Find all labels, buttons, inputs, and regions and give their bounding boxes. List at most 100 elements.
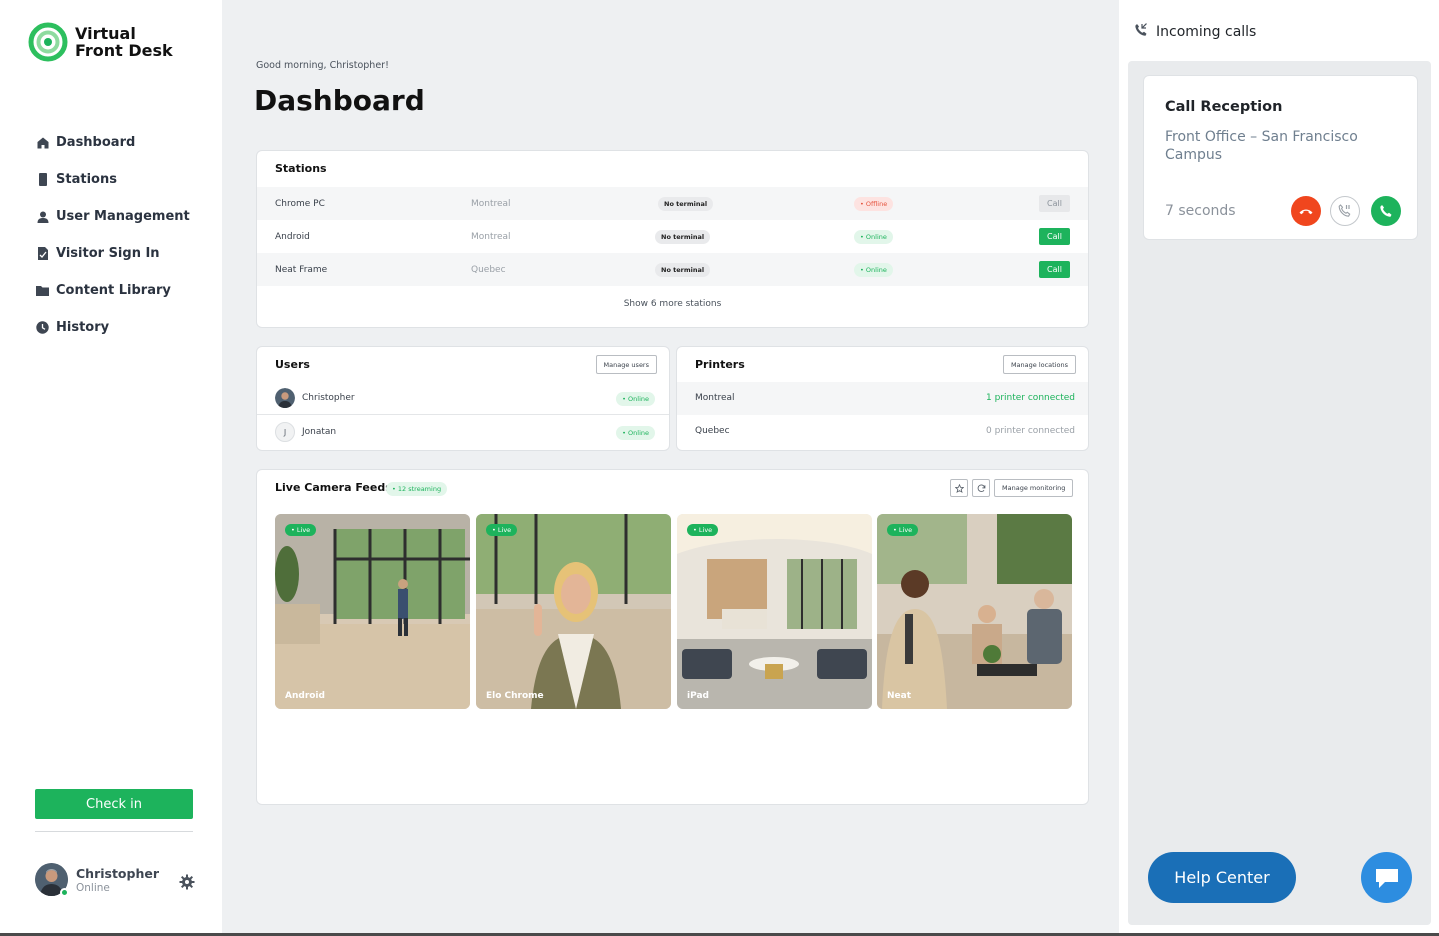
users-card: Users Manage users Christopher • Online … — [256, 346, 670, 451]
sidebar-item-visitor-sign-in[interactable]: Visitor Sign In — [36, 235, 190, 272]
list-item: Christopher • Online — [257, 381, 669, 415]
folder-icon — [36, 284, 49, 297]
sidebar: Virtual Front Desk Dashboard Stations Us… — [0, 0, 222, 936]
sidebar-nav: Dashboard Stations User Management Visit… — [36, 124, 190, 346]
sidebar-item-label: Visitor Sign In — [56, 246, 160, 261]
avatar — [35, 863, 69, 897]
sidebar-item-label: Content Library — [56, 283, 171, 298]
status-badge: • Online — [616, 426, 655, 440]
call-button[interactable]: Call — [1039, 195, 1070, 212]
sidebar-item-label: Dashboard — [56, 135, 136, 150]
printer-location: Montreal — [695, 393, 735, 403]
status-badge: • Offline — [854, 196, 894, 211]
terminal-badge: No terminal — [658, 196, 714, 211]
sidebar-divider — [35, 831, 193, 832]
camera-feed[interactable]: • Live Android — [275, 514, 470, 709]
user-name: Jonatan — [302, 427, 337, 437]
call-button[interactable]: Call — [1039, 228, 1070, 245]
camera-feed-label: Neat — [887, 691, 912, 701]
camera-feed-image — [275, 514, 470, 709]
station-location: Quebec — [471, 264, 506, 275]
camera-feed[interactable]: • Live Neat — [877, 514, 1072, 709]
list-item: Montreal 1 printer connected — [677, 382, 1088, 415]
printers-title: Printers — [695, 358, 745, 371]
camera-feed-image — [476, 514, 671, 709]
station-name: Android — [275, 231, 310, 242]
phone-incoming-icon — [1134, 22, 1148, 41]
terminal-badge: No terminal — [655, 262, 711, 277]
list-item: Quebec 0 printer connected — [677, 415, 1088, 448]
chat-button[interactable] — [1361, 852, 1412, 903]
station-location: Montreal — [471, 198, 511, 209]
greeting: Good morning, Christopher! — [256, 60, 389, 71]
stations-card: Stations Chrome PC Montreal No terminal … — [256, 150, 1089, 328]
printers-card: Printers Manage locations Montreal 1 pri… — [676, 346, 1089, 451]
logo-line-2: Front Desk — [75, 41, 173, 60]
sidebar-item-history[interactable]: History — [36, 309, 190, 346]
clock-icon — [36, 321, 49, 334]
live-badge: • Live — [285, 524, 317, 536]
sidebar-item-content-library[interactable]: Content Library — [36, 272, 190, 309]
camera-feed-label: Elo Chrome — [486, 691, 544, 701]
status-badge: • Online — [616, 392, 655, 406]
call-elapsed-time: 7 seconds — [1165, 203, 1236, 219]
call-button[interactable]: Call — [1039, 261, 1070, 278]
status-badge: • Online — [854, 262, 893, 277]
page-title: Dashboard — [254, 84, 425, 117]
tablet-icon — [36, 173, 49, 186]
camera-feed-image — [677, 514, 872, 709]
phone-pause-icon — [1338, 204, 1351, 217]
help-center-button[interactable]: Help Center — [1148, 852, 1296, 903]
incoming-call-card[interactable]: Call Reception Front Office – San Franci… — [1143, 75, 1418, 240]
sidebar-item-label: History — [56, 320, 110, 335]
settings-gear-icon[interactable] — [179, 874, 195, 890]
call-location: Front Office – San Francisco Campus — [1165, 129, 1358, 163]
sidebar-item-dashboard[interactable]: Dashboard — [36, 124, 190, 161]
terminal-badge: No terminal — [655, 229, 711, 244]
table-row: Neat Frame Quebec No terminal • Online C… — [257, 253, 1088, 286]
chat-bubble-icon — [1375, 868, 1398, 888]
manage-monitoring-button[interactable]: Manage monitoring — [994, 479, 1074, 497]
camera-feed[interactable]: • Live Elo Chrome — [476, 514, 671, 709]
call-title: Call Reception — [1165, 99, 1283, 115]
list-item: J Jonatan • Online — [257, 415, 669, 449]
stations-title: Stations — [275, 162, 327, 175]
avatar-initial: J — [275, 422, 295, 442]
profile-name: Christopher — [76, 865, 160, 881]
home-icon — [36, 136, 49, 149]
sidebar-item-label: User Management — [56, 209, 190, 224]
printer-status: 1 printer connected — [986, 393, 1075, 403]
decline-call-button[interactable] — [1291, 196, 1321, 226]
user-name: Christopher — [302, 393, 355, 403]
camera-feeds-card: Live Camera Feeds • 12 streaming Manage … — [256, 469, 1089, 805]
sidebar-item-user-management[interactable]: User Management — [36, 198, 190, 235]
table-row: Android Montreal No terminal • Online Ca… — [257, 220, 1088, 253]
incoming-calls-header: Incoming calls — [1134, 22, 1256, 41]
show-more-stations-link[interactable]: Show 6 more stations — [257, 299, 1088, 309]
table-row: Chrome PC Montreal No terminal • Offline… — [257, 187, 1088, 220]
camera-feed-label: iPad — [687, 691, 709, 701]
hold-call-button[interactable] — [1330, 196, 1360, 226]
logo-line-1: Virtual — [75, 24, 136, 43]
user-profile[interactable]: Christopher Online — [35, 863, 160, 897]
live-badge: • Live — [887, 524, 919, 536]
check-in-button[interactable]: Check in — [35, 789, 193, 819]
incoming-calls-title: Incoming calls — [1156, 23, 1257, 40]
online-status-dot — [60, 888, 69, 897]
status-badge: • Online — [854, 229, 893, 244]
refresh-icon[interactable] — [972, 479, 990, 497]
accept-call-button[interactable] — [1371, 196, 1401, 226]
users-title: Users — [275, 358, 310, 371]
manage-locations-button[interactable]: Manage locations — [1002, 355, 1076, 374]
printer-location: Quebec — [695, 426, 730, 436]
document-sign-icon — [36, 247, 49, 260]
manage-users-button[interactable]: Manage users — [595, 355, 657, 374]
star-icon[interactable] — [950, 479, 968, 497]
camera-feed-image — [877, 514, 1072, 709]
sidebar-item-stations[interactable]: Stations — [36, 161, 190, 198]
camera-feed[interactable]: • Live iPad — [677, 514, 872, 709]
app-logo[interactable]: Virtual Front Desk — [28, 22, 173, 62]
station-location: Montreal — [471, 231, 511, 242]
phone-icon — [1380, 205, 1392, 217]
sidebar-item-label: Stations — [56, 172, 117, 187]
